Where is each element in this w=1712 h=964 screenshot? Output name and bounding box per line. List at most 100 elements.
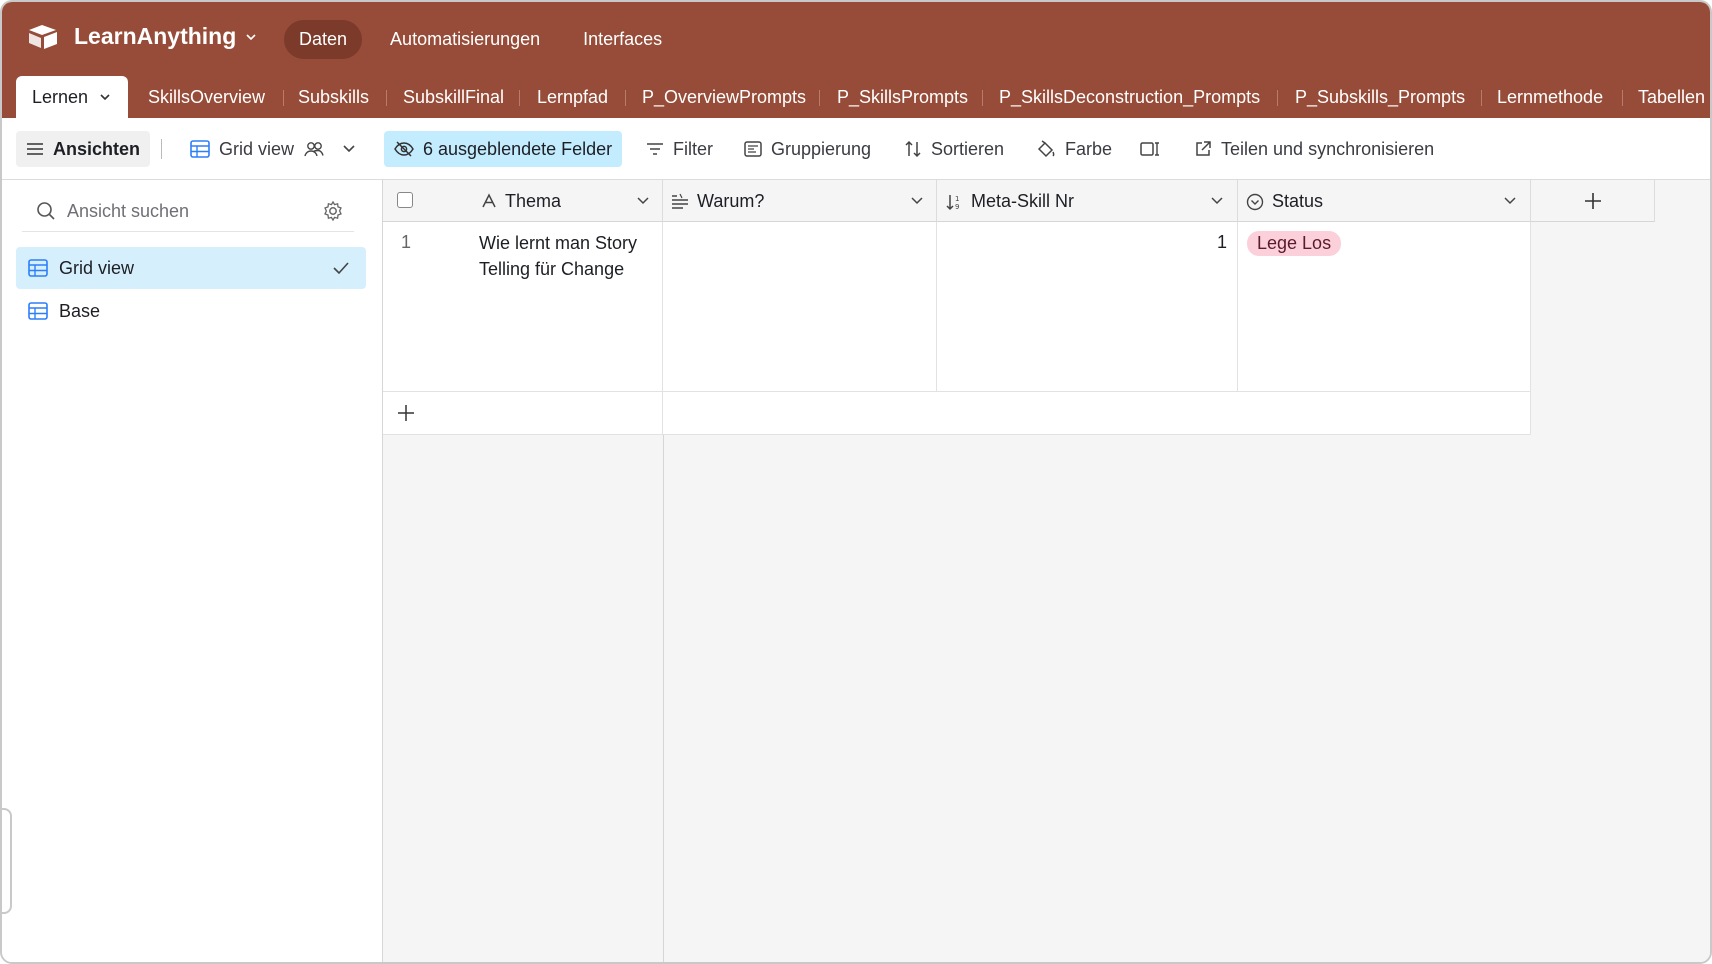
- nav-daten[interactable]: Daten: [284, 20, 363, 59]
- filter-icon: [647, 143, 663, 155]
- table-tabs: Lernen SkillsOverview Subskills Subskill…: [2, 76, 1710, 118]
- sort-label: Sortieren: [931, 138, 1005, 159]
- tab-p-subskills-prompts[interactable]: P_Subskills_Prompts: [1295, 76, 1465, 118]
- top-bar: LearnAnything Daten Automatisierungen In…: [2, 2, 1710, 76]
- chevron-down-icon[interactable]: [1502, 194, 1518, 208]
- column-header-status[interactable]: Status: [1238, 180, 1531, 222]
- row-number: 1: [401, 232, 412, 252]
- chevron-down-icon[interactable]: [98, 90, 112, 104]
- cell-status[interactable]: Lege Los: [1238, 222, 1531, 392]
- tab-divider: [819, 90, 820, 106]
- chevron-down-icon[interactable]: [635, 194, 651, 208]
- tab-subskillfinal[interactable]: SubskillFinal: [403, 76, 504, 118]
- add-row-area[interactable]: [663, 392, 1531, 435]
- tab-lernpfad[interactable]: Lernpfad: [537, 76, 608, 118]
- chevron-down-icon[interactable]: [909, 194, 925, 208]
- column-header-thema[interactable]: Thema: [383, 180, 663, 222]
- top-nav: Daten Automatisierungen Interfaces: [284, 20, 690, 59]
- column-header-meta-skill-nr[interactable]: 19 Meta-Skill Nr: [937, 180, 1238, 222]
- tab-lernen[interactable]: Lernen: [16, 76, 129, 118]
- airtable-logo-icon[interactable]: [28, 24, 58, 50]
- grid-icon: [28, 259, 48, 277]
- filter-button[interactable]: Filter: [646, 131, 713, 167]
- table-row[interactable]: 1 Wie lernt man Story Telling für Change: [383, 222, 663, 392]
- plus-icon: [1585, 193, 1601, 209]
- sort-icon: [905, 140, 921, 158]
- hidden-fields-button[interactable]: 6 ausgeblendete Felder: [384, 131, 623, 167]
- nav-interfaces[interactable]: Interfaces: [568, 20, 677, 59]
- share-sync-button[interactable]: Teilen und synchronisieren: [1194, 131, 1434, 167]
- search-icon: [37, 202, 55, 220]
- tab-subskills[interactable]: Subskills: [298, 76, 369, 118]
- tab-divider: [1277, 90, 1278, 106]
- tab-p-skillsprompts[interactable]: P_SkillsPrompts: [837, 76, 968, 118]
- frozen-column-divider: [663, 435, 664, 962]
- svg-text:9: 9: [955, 203, 959, 211]
- sort-button[interactable]: Sortieren: [904, 131, 1004, 167]
- tab-divider: [519, 90, 520, 106]
- cell-meta-skill-nr[interactable]: 1: [937, 222, 1238, 392]
- share-sync-label: Teilen und synchronisieren: [1221, 138, 1435, 159]
- svg-text:1: 1: [955, 195, 959, 203]
- view-name: Grid view: [219, 138, 295, 159]
- grid-icon: [190, 140, 210, 158]
- gear-icon[interactable]: [322, 200, 344, 222]
- cell-thema[interactable]: Wie lernt man Story Telling für Change: [479, 230, 655, 282]
- tab-divider: [1481, 90, 1482, 106]
- select-all-checkbox[interactable]: [397, 192, 413, 208]
- tab-lernen-label: Lernen: [32, 87, 89, 107]
- data-grid: Thema Warum? 19 Meta-Skill Nr Status 1 W…: [383, 180, 1710, 962]
- plus-icon: [398, 405, 414, 421]
- row-height-icon: [1140, 142, 1159, 156]
- column-label: Thema: [505, 191, 562, 211]
- tab-p-overviewprompts[interactable]: P_OverviewPrompts: [642, 76, 806, 118]
- group-label: Gruppierung: [771, 138, 872, 159]
- tab-divider: [625, 90, 626, 106]
- view-toolbar: Ansichten Grid view 6 ausgeblendete Feld…: [2, 118, 1710, 180]
- eye-slash-icon: [394, 141, 414, 157]
- tab-divider: [386, 90, 387, 106]
- base-name-menu[interactable]: LearnAnything: [74, 23, 258, 50]
- view-search-input[interactable]: Ansicht suchen: [67, 201, 189, 222]
- view-item-base[interactable]: Base: [16, 290, 366, 332]
- tab-divider: [283, 90, 284, 106]
- view-item-label: Grid view: [59, 258, 135, 278]
- column-header-warum[interactable]: Warum?: [663, 180, 937, 222]
- tab-divider: [1622, 90, 1623, 106]
- column-label: Warum?: [697, 191, 765, 211]
- app-window: LearnAnything Daten Automatisierungen In…: [0, 0, 1712, 964]
- status-badge: Lege Los: [1247, 231, 1342, 256]
- tab-tabellen[interactable]: Tabellen: [1638, 76, 1705, 118]
- column-label: Meta-Skill Nr: [971, 191, 1075, 211]
- side-panel-handle[interactable]: [2, 808, 12, 914]
- chevron-down-icon[interactable]: [1209, 194, 1225, 208]
- cell-meta-skill-nr-value: 1: [1216, 232, 1227, 252]
- filter-label: Filter: [673, 138, 713, 159]
- nav-automatisierungen[interactable]: Automatisierungen: [375, 20, 555, 59]
- views-toggle-button[interactable]: Ansichten: [16, 131, 151, 167]
- add-row-button[interactable]: [383, 392, 663, 435]
- chevron-down-icon: [343, 145, 355, 153]
- paint-bucket-icon: [1037, 140, 1055, 158]
- column-label: Status: [1272, 191, 1324, 211]
- tab-lernmethode[interactable]: Lernmethode: [1497, 76, 1603, 118]
- tab-skillsoverview[interactable]: SkillsOverview: [148, 76, 265, 118]
- add-field-button[interactable]: [1531, 180, 1655, 222]
- views-sidebar: Ansicht suchen Grid view Base: [2, 180, 383, 962]
- view-item-label: Base: [59, 301, 101, 321]
- tab-p-skillsdeconstruction-prompts[interactable]: P_SkillsDeconstruction_Prompts: [999, 76, 1260, 118]
- row-height-button[interactable]: [1140, 131, 1160, 167]
- view-item-grid-view[interactable]: Grid view: [16, 247, 366, 289]
- view-switcher[interactable]: Grid view: [190, 131, 358, 167]
- check-icon: [333, 262, 349, 275]
- group-button[interactable]: Gruppierung: [744, 131, 871, 167]
- toolbar-divider: [161, 139, 162, 159]
- cell-warum[interactable]: [663, 222, 937, 392]
- tab-divider: [982, 90, 983, 106]
- hidden-fields-label: 6 ausgeblendete Felder: [423, 138, 613, 159]
- color-button[interactable]: Farbe: [1036, 131, 1112, 167]
- base-name: LearnAnything: [74, 23, 237, 49]
- views-label: Ansichten: [53, 138, 141, 159]
- number-field-icon: 19: [946, 195, 959, 211]
- view-search[interactable]: Ansicht suchen: [22, 190, 354, 232]
